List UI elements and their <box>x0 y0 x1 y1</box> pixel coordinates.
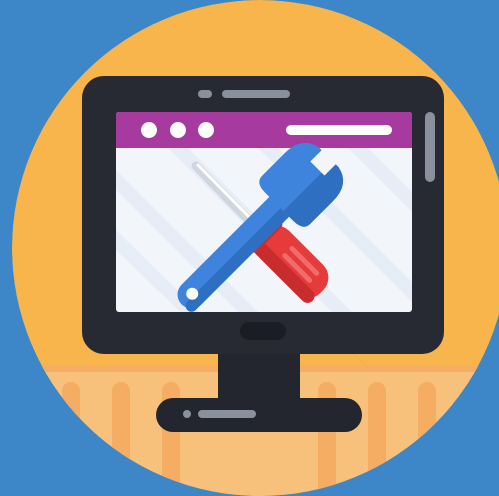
side-indicator <box>425 112 435 182</box>
window-dot-2 <box>170 122 186 138</box>
stand-base-detail-2 <box>198 410 256 418</box>
window-dot-1 <box>141 122 157 138</box>
repair-tools-monitor-icon <box>0 0 499 496</box>
stand-base-detail-1 <box>183 410 191 418</box>
camera-bar <box>222 90 290 98</box>
illustration <box>0 0 499 496</box>
monitor-power-button <box>240 322 286 340</box>
window-title-bar-line <box>286 125 392 135</box>
camera-dot <box>198 90 212 98</box>
window-dot-3 <box>198 122 214 138</box>
